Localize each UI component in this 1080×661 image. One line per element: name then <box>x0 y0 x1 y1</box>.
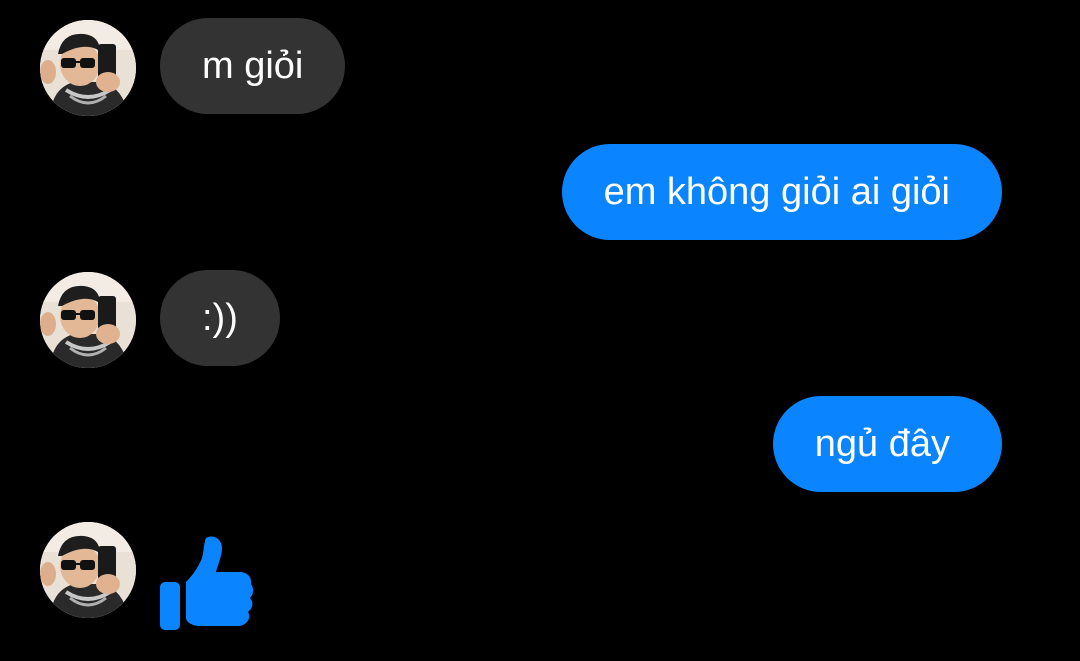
avatar-photo <box>40 20 136 116</box>
message-bubble-outgoing[interactable]: em không giỏi ai giỏi <box>561 144 1002 240</box>
message-bubble-incoming[interactable]: m giỏi <box>160 18 346 114</box>
avatar-photo <box>40 272 136 368</box>
contact-avatar[interactable] <box>40 20 136 116</box>
avatar-photo <box>40 522 136 618</box>
message-bubble-incoming[interactable]: :)) <box>160 270 280 366</box>
thumbs-up-icon[interactable] <box>156 532 256 632</box>
message-bubble-outgoing[interactable]: ngủ đây <box>772 396 1002 492</box>
contact-avatar[interactable] <box>40 522 136 618</box>
contact-avatar[interactable] <box>40 272 136 368</box>
